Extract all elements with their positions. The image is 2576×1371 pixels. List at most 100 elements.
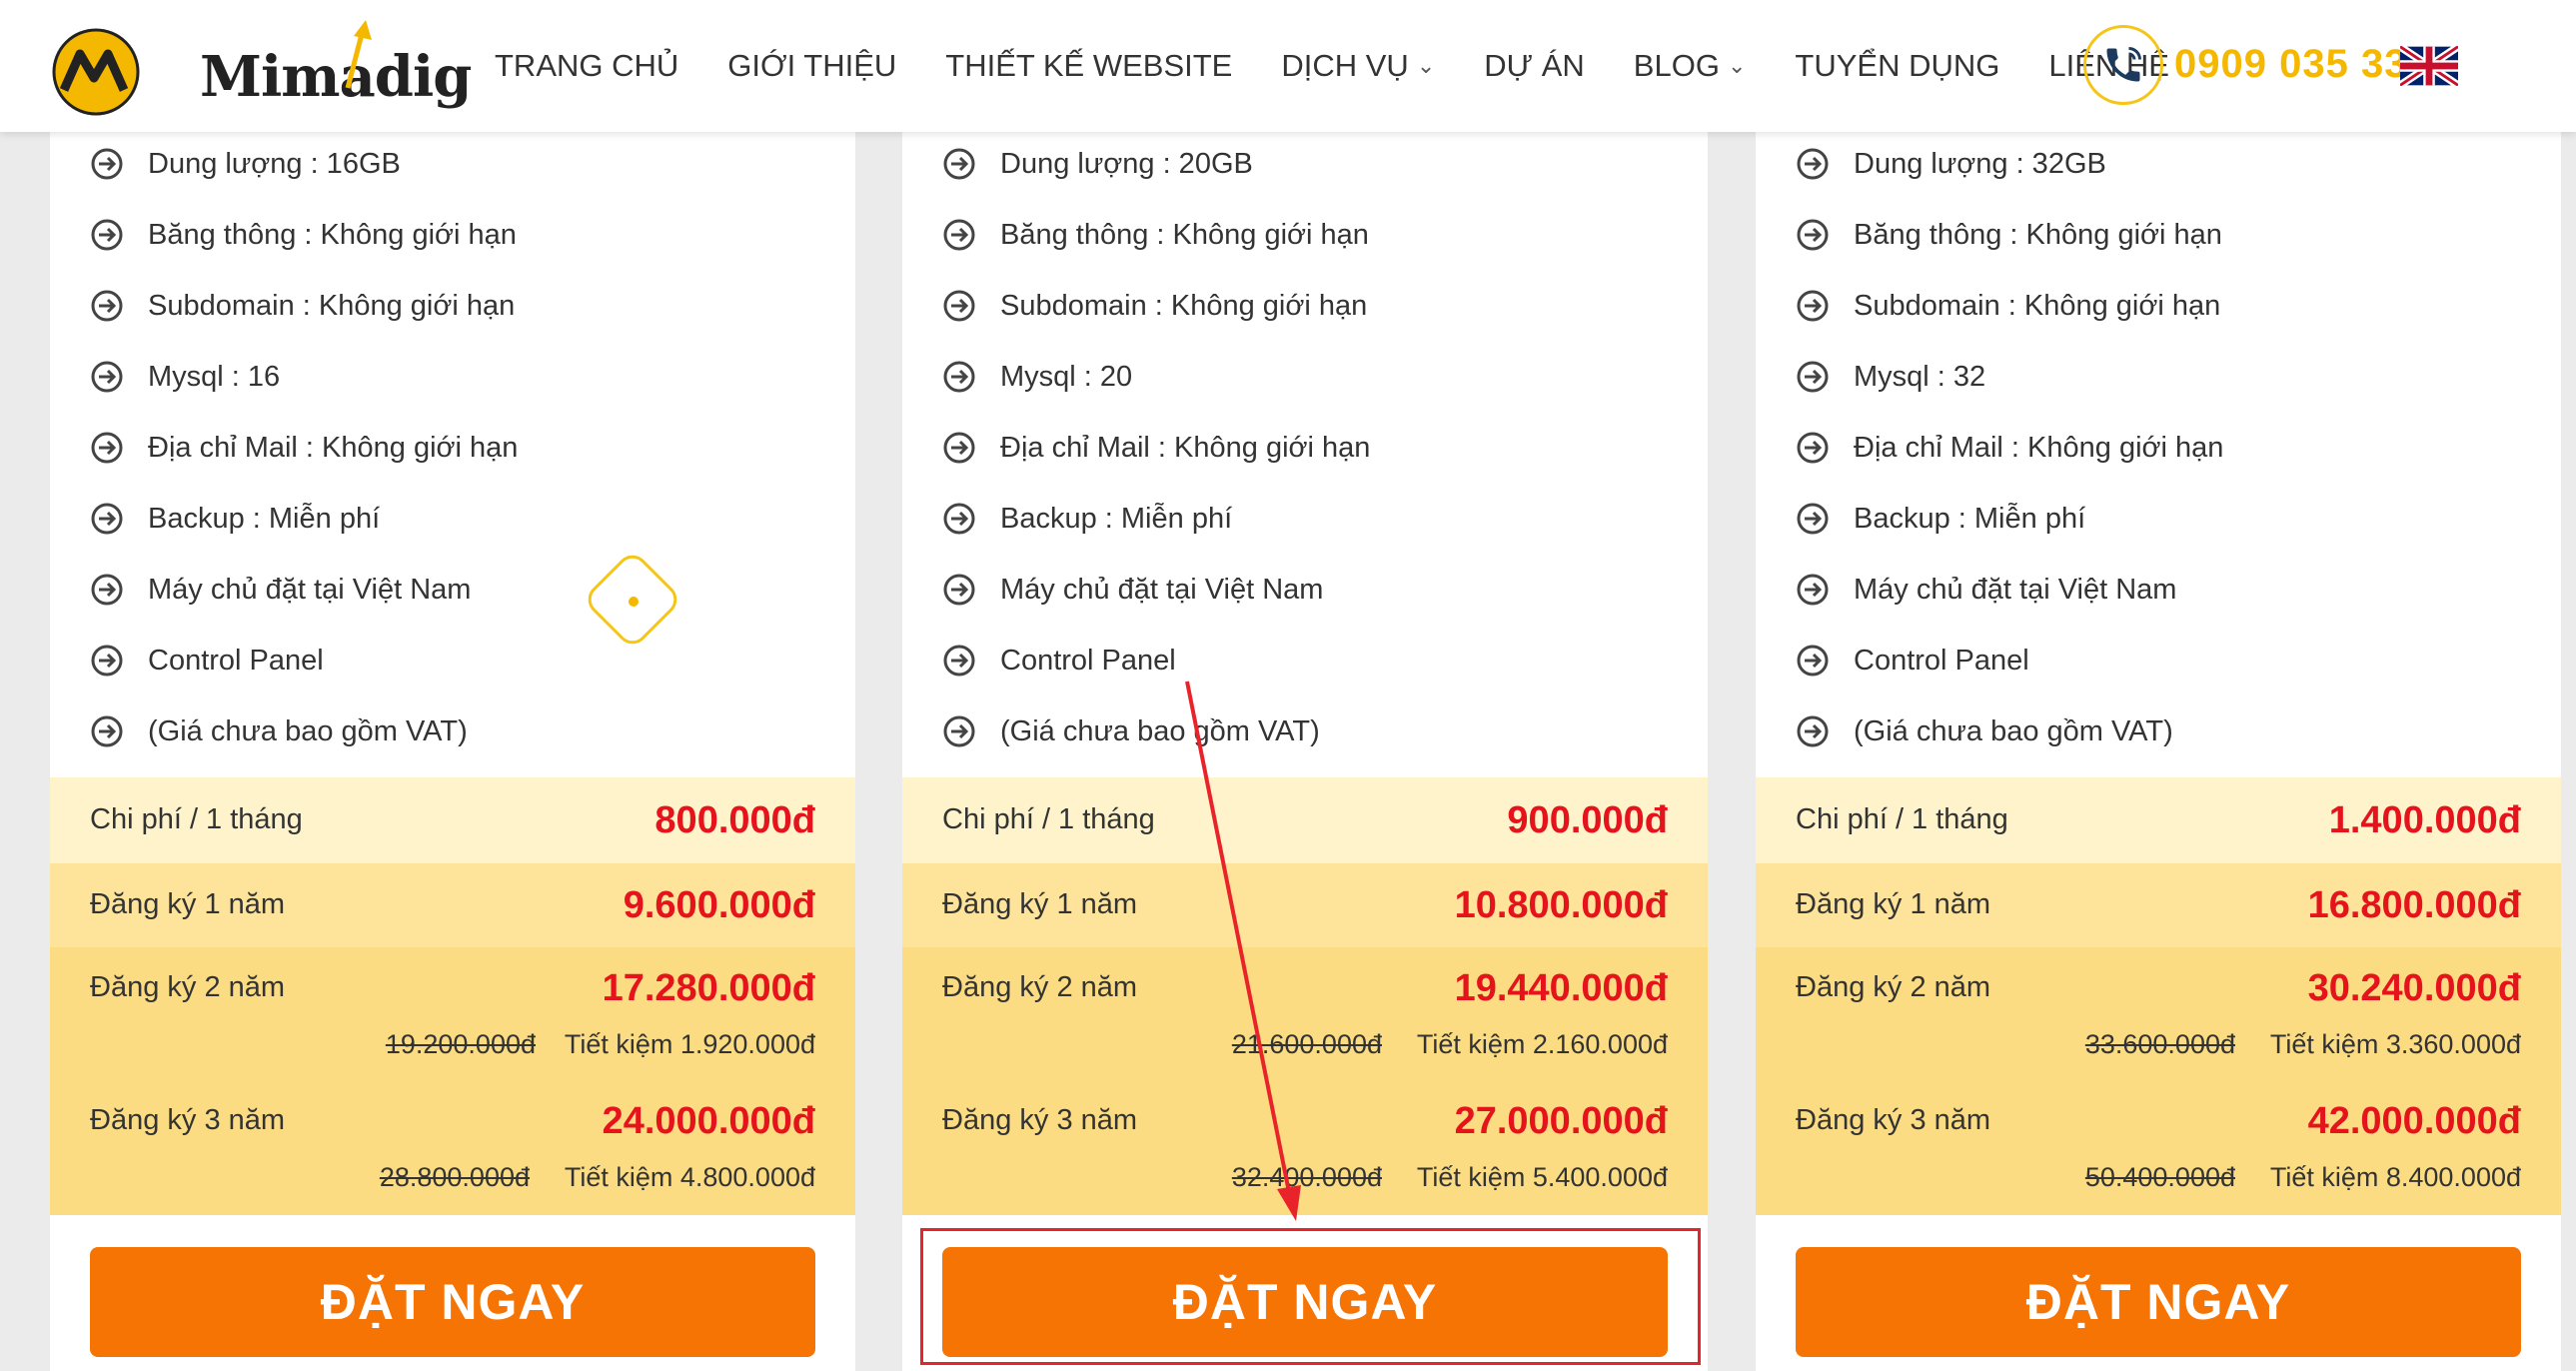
arrow-right-circle-icon xyxy=(943,645,975,677)
price-label: Đăng ký 3 năm xyxy=(1796,1104,1991,1136)
nav-blog[interactable]: BLOG ⌄ xyxy=(1634,48,1747,84)
price-row-1-year: Đăng ký 1 năm 9.600.000đ xyxy=(50,863,855,947)
feature-text: Dung lượng : 16GB xyxy=(148,147,401,180)
price-row-1-year: Đăng ký 1 năm 10.800.000đ xyxy=(902,863,1708,947)
feature-item: Mysql : 20 xyxy=(942,355,1132,399)
price-value: 800.000đ xyxy=(654,799,815,841)
feature-item: Băng thông : Không giới hạn xyxy=(942,213,1369,257)
phone-icon xyxy=(2106,47,2141,82)
price-row-monthly: Chi phí / 1 tháng 900.000đ xyxy=(902,777,1708,863)
uk-flag-icon[interactable] xyxy=(2400,46,2458,86)
feature-item: Mysql : 32 xyxy=(1796,355,1985,399)
feature-text: Subdomain : Không giới hạn xyxy=(1854,289,2221,322)
nav-du-an[interactable]: DỰ ÁN xyxy=(1484,48,1585,84)
price-label: Chi phí / 1 tháng xyxy=(942,803,1155,835)
feature-text: (Giá chưa bao gồm VAT) xyxy=(1854,714,2173,747)
price-value: 17.280.000đ xyxy=(602,967,815,1009)
logo[interactable]: Mimadig xyxy=(50,20,472,116)
saving-text: Tiết kiệm 2.160.000đ xyxy=(1416,1029,1668,1059)
price-value: 1.400.000đ xyxy=(2328,799,2521,841)
arrow-right-circle-icon xyxy=(1797,432,1829,464)
feature-item: Subdomain : Không giới hạn xyxy=(942,284,1367,328)
feature-text: Mysql : 20 xyxy=(1000,360,1133,393)
price-label: Đăng ký 3 năm xyxy=(942,1104,1138,1136)
price-value: 9.600.000đ xyxy=(623,884,815,926)
arrow-right-circle-icon xyxy=(943,503,975,535)
feature-text: Backup : Miễn phí xyxy=(1000,502,1233,535)
nav-label: THIẾT KẾ WEBSITE xyxy=(945,48,1233,83)
price-label: Đăng ký 1 năm xyxy=(942,888,1138,920)
nav-label: DỊCH VỤ xyxy=(1281,48,1409,83)
price-row-monthly: Chi phí / 1 tháng 1.400.000đ xyxy=(1756,777,2561,863)
feature-text: Dung lượng : 20GB xyxy=(1000,147,1253,180)
price-value: 10.800.000đ xyxy=(1454,884,1668,926)
old-price: 50.400.000đ xyxy=(2084,1162,2235,1192)
nav-gioi-thieu[interactable]: GIỚI THIỆU xyxy=(727,48,896,84)
feature-text: Băng thông : Không giới hạn xyxy=(1854,218,2222,251)
price-row-2-3-year: Đăng ký 2 năm 19.440.000đ 21.600.000đ Ti… xyxy=(902,947,1708,1215)
diamond-dot xyxy=(629,597,639,607)
price-value: 27.000.000đ xyxy=(1454,1100,1668,1142)
feature-item: Địa chỉ Mail : Không giới hạn xyxy=(90,426,518,470)
arrow-right-circle-icon xyxy=(943,361,975,393)
arrow-right-circle-icon xyxy=(943,432,975,464)
feature-text: Dung lượng : 32GB xyxy=(1854,147,2106,180)
feature-item: Băng thông : Không giới hạn xyxy=(1796,213,2222,257)
feature-text: Subdomain : Không giới hạn xyxy=(148,289,516,322)
old-price: 19.200.000đ xyxy=(385,1029,536,1059)
feature-item: Băng thông : Không giới hạn xyxy=(90,213,517,257)
arrow-right-circle-icon xyxy=(1797,290,1829,322)
price-label: Đăng ký 2 năm xyxy=(1796,971,1991,1003)
old-price: 33.600.000đ xyxy=(2084,1029,2235,1059)
price-value: 42.000.000đ xyxy=(2307,1100,2521,1142)
arrow-right-circle-icon xyxy=(943,219,975,251)
arrow-right-circle-icon xyxy=(91,361,123,393)
feature-text: Mysql : 16 xyxy=(148,360,281,393)
feature-item: Mysql : 16 xyxy=(90,355,280,399)
price-row-2-3-year: Đăng ký 2 năm 30.240.000đ 33.600.000đ Ti… xyxy=(1756,947,2561,1215)
phone-number[interactable]: 0909 035 333 xyxy=(2174,42,2431,87)
feature-item: Dung lượng : 20GB xyxy=(942,142,1253,186)
nav-label: GIỚI THIỆU xyxy=(727,48,897,83)
chevron-down-icon: ⌄ xyxy=(1416,53,1436,78)
nav-tuyen-dung[interactable]: TUYỂN DỤNG xyxy=(1795,48,1999,84)
feature-item: Địa chỉ Mail : Không giới hạn xyxy=(1796,426,2223,470)
feature-item: (Giá chưa bao gồm VAT) xyxy=(1796,709,2173,753)
arrow-right-circle-icon xyxy=(91,219,123,251)
chevron-down-icon: ⌄ xyxy=(1727,53,1747,78)
nav-thiet-ke-website[interactable]: THIẾT KẾ WEBSITE xyxy=(945,48,1232,84)
feature-item: Control Panel xyxy=(1796,639,2029,683)
arrow-right-circle-icon xyxy=(943,148,975,180)
phone-button[interactable] xyxy=(2083,25,2163,105)
feature-item: Subdomain : Không giới hạn xyxy=(90,284,515,328)
saving-text: Tiết kiệm 4.800.000đ xyxy=(564,1162,815,1192)
price-label: Đăng ký 2 năm xyxy=(90,971,286,1003)
arrow-right-circle-icon xyxy=(91,715,123,747)
feature-text: Địa chỉ Mail : Không giới hạn xyxy=(148,431,519,464)
nav-label: TRANG CHỦ xyxy=(495,48,679,83)
nav-trang-chu[interactable]: TRANG CHỦ xyxy=(495,48,678,84)
nav-label: BLOG xyxy=(1633,48,1720,83)
feature-item: (Giá chưa bao gồm VAT) xyxy=(90,709,468,753)
nav-dich-vu[interactable]: DỊCH VỤ ⌄ xyxy=(1281,48,1435,84)
highlight-box xyxy=(920,1228,1701,1365)
feature-text: (Giá chưa bao gồm VAT) xyxy=(1000,714,1320,747)
feature-text: Mysql : 32 xyxy=(1854,360,1986,393)
arrow-right-circle-icon xyxy=(1797,148,1829,180)
price-value: 24.000.000đ xyxy=(602,1100,815,1142)
feature-text: Địa chỉ Mail : Không giới hạn xyxy=(1854,431,2224,464)
order-now-button[interactable]: ĐẶT NGAY xyxy=(1796,1247,2521,1357)
arrow-right-circle-icon xyxy=(1797,715,1829,747)
arrow-right-circle-icon xyxy=(1797,361,1829,393)
saving-text: Tiết kiệm 1.920.000đ xyxy=(564,1029,815,1059)
arrow-right-circle-icon xyxy=(943,290,975,322)
old-price: 21.600.000đ xyxy=(1231,1029,1382,1059)
saving-text: Tiết kiệm 3.360.000đ xyxy=(2269,1029,2521,1059)
feature-item: (Giá chưa bao gồm VAT) xyxy=(942,709,1320,753)
feature-item: Máy chủ đặt tại Việt Nam xyxy=(942,568,1323,612)
feature-item: Dung lượng : 32GB xyxy=(1796,142,2106,186)
feature-item: Dung lượng : 16GB xyxy=(90,142,401,186)
hosting-plan-card-2: Dung lượng : 20GB Băng thông : Không giớ… xyxy=(902,132,1708,1371)
feature-text: Control Panel xyxy=(148,644,324,677)
order-now-button[interactable]: ĐẶT NGAY xyxy=(90,1247,815,1357)
